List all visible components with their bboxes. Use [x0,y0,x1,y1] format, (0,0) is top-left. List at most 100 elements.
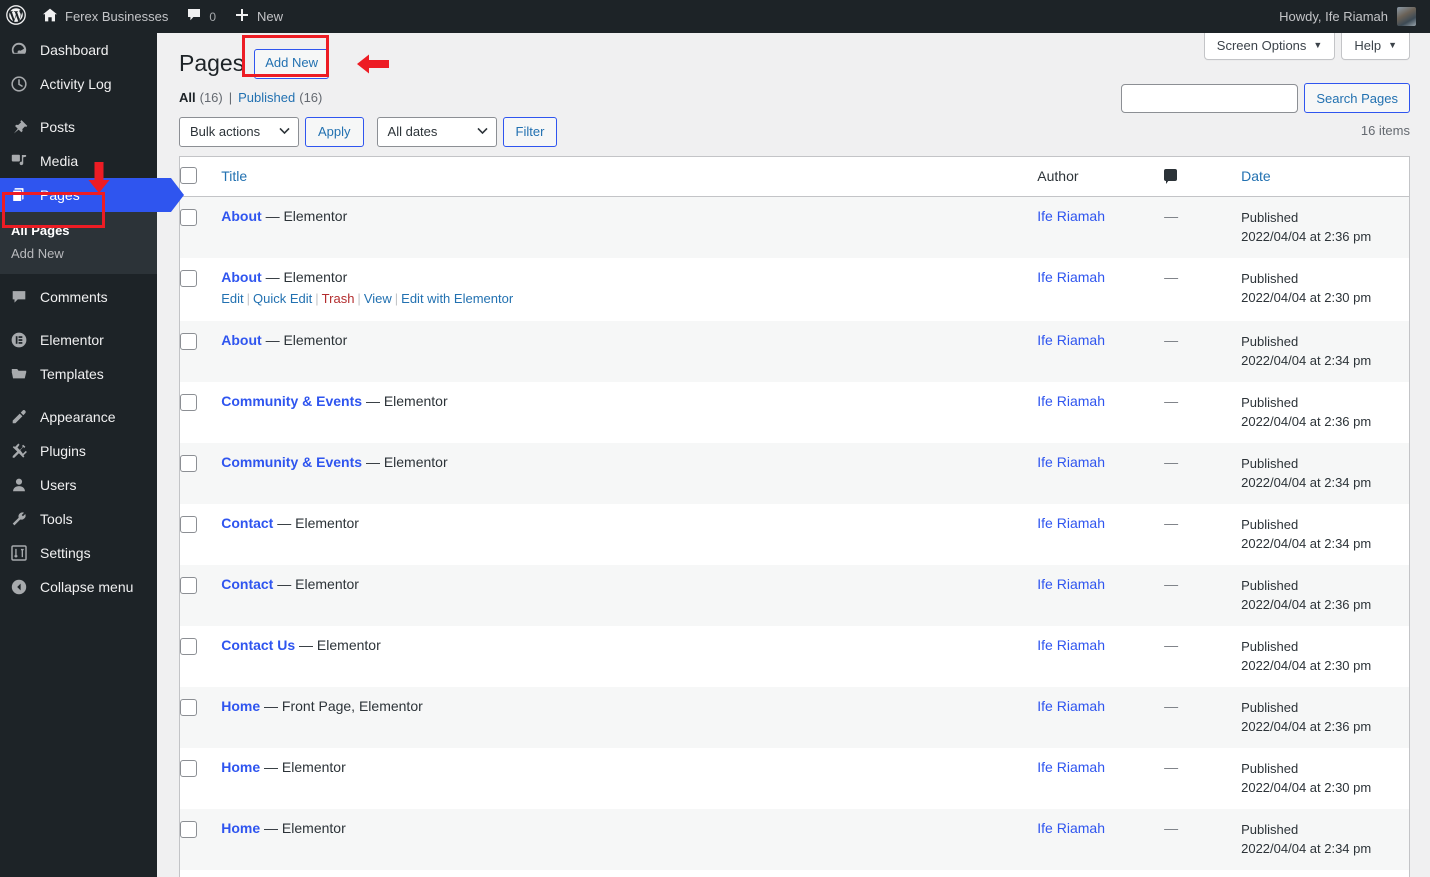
author-link[interactable]: Ife Riamah [1037,515,1105,531]
filter-button[interactable]: Filter [502,116,558,147]
sidebar-item-elementor[interactable]: Elementor [0,323,157,357]
submenu-item-all-pages[interactable]: All Pages [0,219,157,242]
page-title-link[interactable]: About [221,208,261,224]
row-actions: Edit | Quick Edit | Trash | View | Edit with Ele… [221,285,1027,310]
page-title-link[interactable]: About [221,332,261,348]
table-row[interactable]: About — Elementor Ife Riamah — Published 202… [179,320,1410,382]
row-checkbox[interactable] [180,393,197,411]
row-checkbox-cell[interactable] [180,196,222,258]
sidebar-item-users[interactable]: Users [0,468,157,502]
page-title-link[interactable]: Home [221,759,260,775]
trash-link[interactable]: Trash [322,291,355,306]
table-row[interactable]: Home — Elementor Ife Riamah — Published 2022… [179,808,1410,870]
row-checkbox[interactable] [180,820,197,838]
table-row[interactable]: About — Elementor Ife Riamah — Published 202… [179,196,1410,258]
page-title-link[interactable]: Contact [221,515,273,531]
row-checkbox-cell[interactable] [180,809,222,870]
row-checkbox-cell[interactable] [180,382,222,443]
filter-link-published[interactable]: Published (16) [238,90,322,105]
row-checkbox-cell[interactable] [180,687,222,748]
author-link[interactable]: Ife Riamah [1037,637,1105,653]
column-header-title[interactable]: Title [221,156,1038,197]
row-checkbox[interactable] [180,637,197,655]
filter-link-all[interactable]: All (16) [179,90,223,105]
bulk-actions-select[interactable]: Bulk actions [179,116,299,147]
page-title-link[interactable]: Home [221,698,260,714]
author-link[interactable]: Ife Riamah [1037,393,1105,409]
author-link[interactable]: Ife Riamah [1037,332,1105,348]
sidebar-item-tools[interactable]: Tools [0,502,157,536]
column-header-date[interactable]: Date [1241,156,1410,197]
page-title-link[interactable]: Community & Events [221,393,362,409]
sort-title-link[interactable]: Title [221,168,247,184]
row-checkbox[interactable] [180,759,197,777]
row-checkbox-cell[interactable] [180,258,222,321]
new-content-menu[interactable]: New [225,0,292,33]
sidebar-item-settings[interactable]: Settings [0,536,157,570]
table-row[interactable]: Home — Front Page, Elementor Ife Riamah — P… [179,686,1410,748]
search-input[interactable] [1121,83,1299,113]
author-link[interactable]: Ife Riamah [1037,759,1105,775]
quick-edit-link[interactable]: Quick Edit [253,291,312,306]
sidebar-item-collapse-menu[interactable]: Collapse menu [0,570,157,604]
apply-button[interactable]: Apply [305,116,364,147]
sidebar-item-media[interactable]: Media [0,144,157,178]
row-checkbox-cell[interactable] [180,321,222,382]
comments-bubble-menu[interactable]: 0 [177,0,225,33]
add-new-button[interactable]: Add New [254,49,329,79]
table-row[interactable]: Contact — Elementor Ife Riamah — Published 2… [179,564,1410,626]
search-pages-button[interactable]: Search Pages [1304,83,1410,113]
author-link[interactable]: Ife Riamah [1037,454,1105,470]
row-checkbox[interactable] [180,332,197,350]
table-row[interactable]: Sample Home Page — ElementorIfe Riamah—P… [179,869,1410,877]
row-checkbox-cell[interactable] [180,565,222,626]
row-checkbox-cell[interactable] [180,870,222,877]
table-row[interactable]: Contact — Elementor Ife Riamah — Published 2… [179,503,1410,565]
row-checkbox-cell[interactable] [180,443,222,504]
view-link[interactable]: View [364,291,392,306]
my-account-menu[interactable]: Howdy, Ife Riamah [1279,7,1430,26]
sidebar-item-templates[interactable]: Templates [0,357,157,391]
author-link[interactable]: Ife Riamah [1037,208,1105,224]
select-all-header[interactable] [179,156,222,197]
row-checkbox-cell[interactable] [180,626,222,687]
page-title-link[interactable]: Contact [221,576,273,592]
wordpress-logo-menu[interactable] [0,0,33,33]
sidebar-item-posts[interactable]: Posts [0,110,157,144]
edit-with-elementor-link[interactable]: Edit with Elementor [401,291,513,306]
row-checkbox-cell[interactable] [180,748,222,809]
filter-all-label[interactable]: All [179,90,196,105]
row-checkbox[interactable] [180,698,197,716]
table-row[interactable]: Community & Events — Elementor Ife Riamah… [179,381,1410,443]
sidebar-item-dashboard[interactable]: Dashboard [0,33,157,67]
row-checkbox[interactable] [180,576,197,594]
sort-date-link[interactable]: Date [1241,168,1271,184]
edit-link[interactable]: Edit [221,291,243,306]
author-link[interactable]: Ife Riamah [1037,576,1105,592]
sidebar-item-activity-log[interactable]: Activity Log [0,67,157,101]
column-header-comments[interactable] [1164,156,1242,197]
sidebar-item-plugins[interactable]: Plugins [0,434,157,468]
row-checkbox[interactable] [180,515,197,533]
row-checkbox-cell[interactable] [180,504,222,565]
table-row[interactable]: Community & Events — Elementor Ife Riamah… [179,442,1410,504]
author-link[interactable]: Ife Riamah [1037,269,1105,285]
page-title-link[interactable]: About [221,269,261,285]
table-row[interactable]: About — Elementor Edit | Quick Edit | Trash | V… [179,257,1410,321]
page-title-link[interactable]: Contact Us [221,637,295,653]
table-row[interactable]: Contact Us — Elementor Ife Riamah — Publish… [179,625,1410,687]
table-row[interactable]: Home — Elementor Ife Riamah — Published 2022… [179,747,1410,809]
sidebar-item-comments[interactable]: Comments [0,280,157,314]
date-filter-select[interactable]: All dates [376,116,497,147]
submenu-item-add-new[interactable]: Add New [0,242,157,265]
row-checkbox[interactable] [180,269,197,287]
comments-cell: — [1164,809,1241,870]
row-checkbox[interactable] [180,454,197,472]
author-link[interactable]: Ife Riamah [1037,698,1105,714]
filter-published-label[interactable]: Published [238,90,295,105]
author-link[interactable]: Ife Riamah [1037,820,1105,836]
sidebar-item-appearance[interactable]: Appearance [0,400,157,434]
page-title-link[interactable]: Home [221,820,260,836]
page-title-link[interactable]: Community & Events [221,454,362,470]
site-name-menu[interactable]: Ferex Businesses [33,0,177,33]
